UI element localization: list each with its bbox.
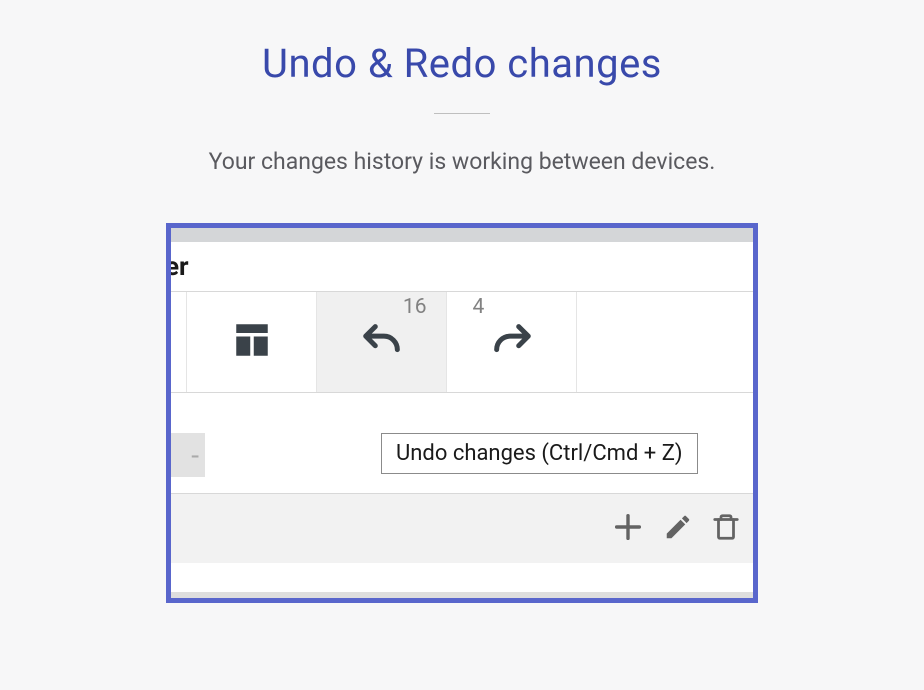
edit-button[interactable] <box>663 512 693 546</box>
page-subtitle: Your changes history is working between … <box>209 148 716 175</box>
bottom-bar <box>171 592 753 598</box>
toolbar: 16 4 <box>171 292 753 393</box>
pencil-icon <box>663 512 693 546</box>
side-chip[interactable]: - <box>171 433 205 477</box>
minus-icon: - <box>191 439 199 472</box>
app-header-text-fragment: er <box>166 252 189 282</box>
redo-count-badge: 4 <box>473 295 485 319</box>
app-frame: er <box>166 223 758 603</box>
page-title: Undo & Redo changes <box>262 40 662 87</box>
window-titlebar <box>171 228 753 242</box>
app-header: er <box>171 242 753 292</box>
layout-button[interactable] <box>187 292 317 392</box>
undo-button[interactable]: 16 <box>317 292 447 392</box>
toolbar-spacer <box>171 292 187 392</box>
add-button[interactable] <box>611 510 645 548</box>
delete-button[interactable] <box>711 512 741 546</box>
layout-icon <box>231 319 273 365</box>
content-area: - Undo changes (Ctrl/Cmd + Z) <box>171 393 753 493</box>
redo-button[interactable]: 4 <box>447 292 577 392</box>
trash-icon <box>711 512 741 546</box>
redo-icon <box>489 317 535 367</box>
undo-tooltip: Undo changes (Ctrl/Cmd + Z) <box>381 433 698 474</box>
divider <box>434 113 490 114</box>
bottom-toolbar <box>171 493 753 563</box>
undo-icon <box>359 317 405 367</box>
plus-icon <box>611 510 645 548</box>
undo-count-badge: 16 <box>403 295 427 319</box>
